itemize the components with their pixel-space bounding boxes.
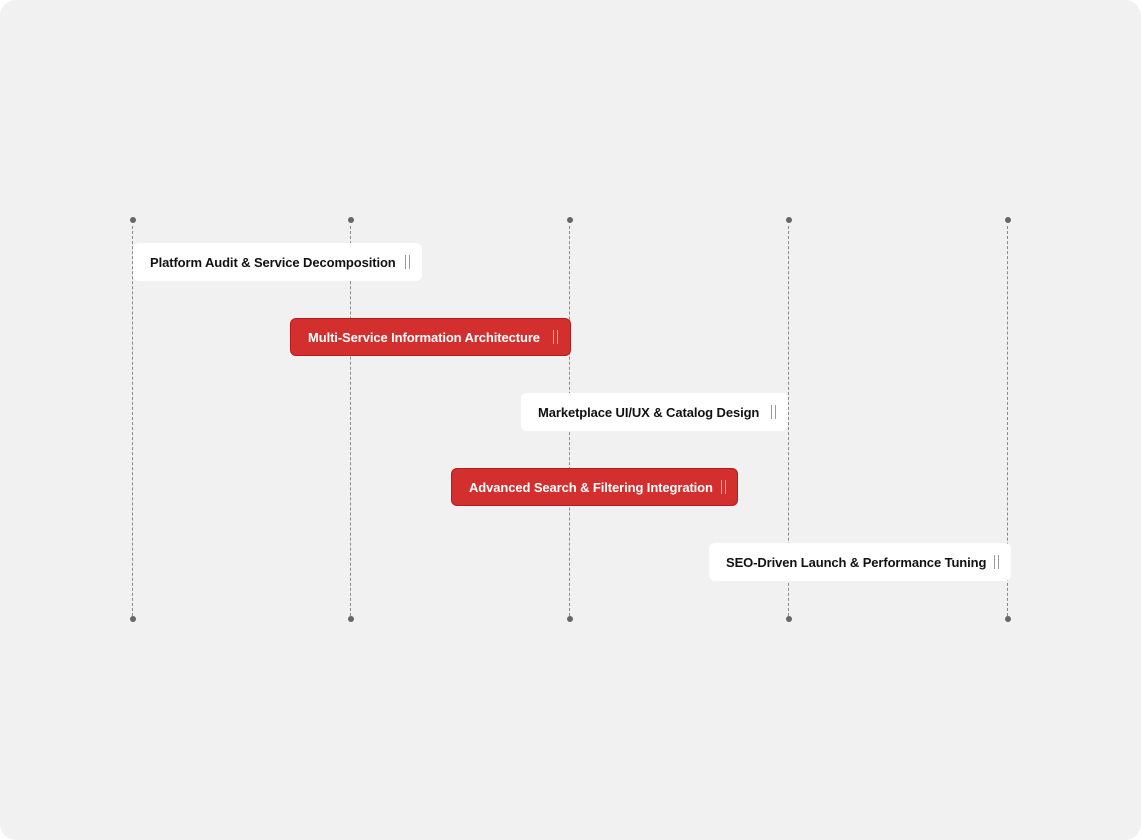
drag-handle-icon[interactable]	[553, 330, 558, 344]
task-bar-marketplace-design[interactable]: Marketplace UI/UX & Catalog Design	[521, 393, 788, 431]
task-bar-platform-audit[interactable]: Platform Audit & Service Decomposition	[133, 243, 422, 281]
column-end-dot	[348, 616, 354, 622]
column-guide-line	[132, 226, 133, 616]
column-start-dot	[1005, 217, 1011, 223]
column-end-dot	[1005, 616, 1011, 622]
timeline-canvas: Platform Audit & Service Decomposition M…	[0, 0, 1141, 840]
drag-handle-icon[interactable]	[720, 480, 726, 494]
column-start-dot	[130, 217, 136, 223]
task-bar-information-architecture[interactable]: Multi-Service Information Architecture	[290, 318, 571, 356]
task-bar-search-filtering[interactable]: Advanced Search & Filtering Integration	[451, 468, 738, 506]
task-label: Platform Audit & Service Decomposition	[150, 254, 396, 270]
task-bar-seo-launch[interactable]: SEO-Driven Launch & Performance Tuning	[709, 543, 1011, 581]
column-guide-line	[350, 226, 351, 616]
task-label: Advanced Search & Filtering Integration	[469, 479, 713, 495]
task-label: Multi-Service Information Architecture	[308, 329, 540, 345]
task-label: Marketplace UI/UX & Catalog Design	[538, 404, 760, 420]
column-start-dot	[567, 217, 573, 223]
drag-handle-icon[interactable]	[405, 255, 410, 269]
column-start-dot	[786, 217, 792, 223]
column-end-dot	[130, 616, 136, 622]
column-start-dot	[348, 217, 354, 223]
column-end-dot	[567, 616, 573, 622]
task-label: SEO-Driven Launch & Performance Tuning	[726, 554, 987, 570]
drag-handle-icon[interactable]	[994, 555, 1000, 569]
drag-handle-icon[interactable]	[771, 405, 776, 419]
column-end-dot	[786, 616, 792, 622]
